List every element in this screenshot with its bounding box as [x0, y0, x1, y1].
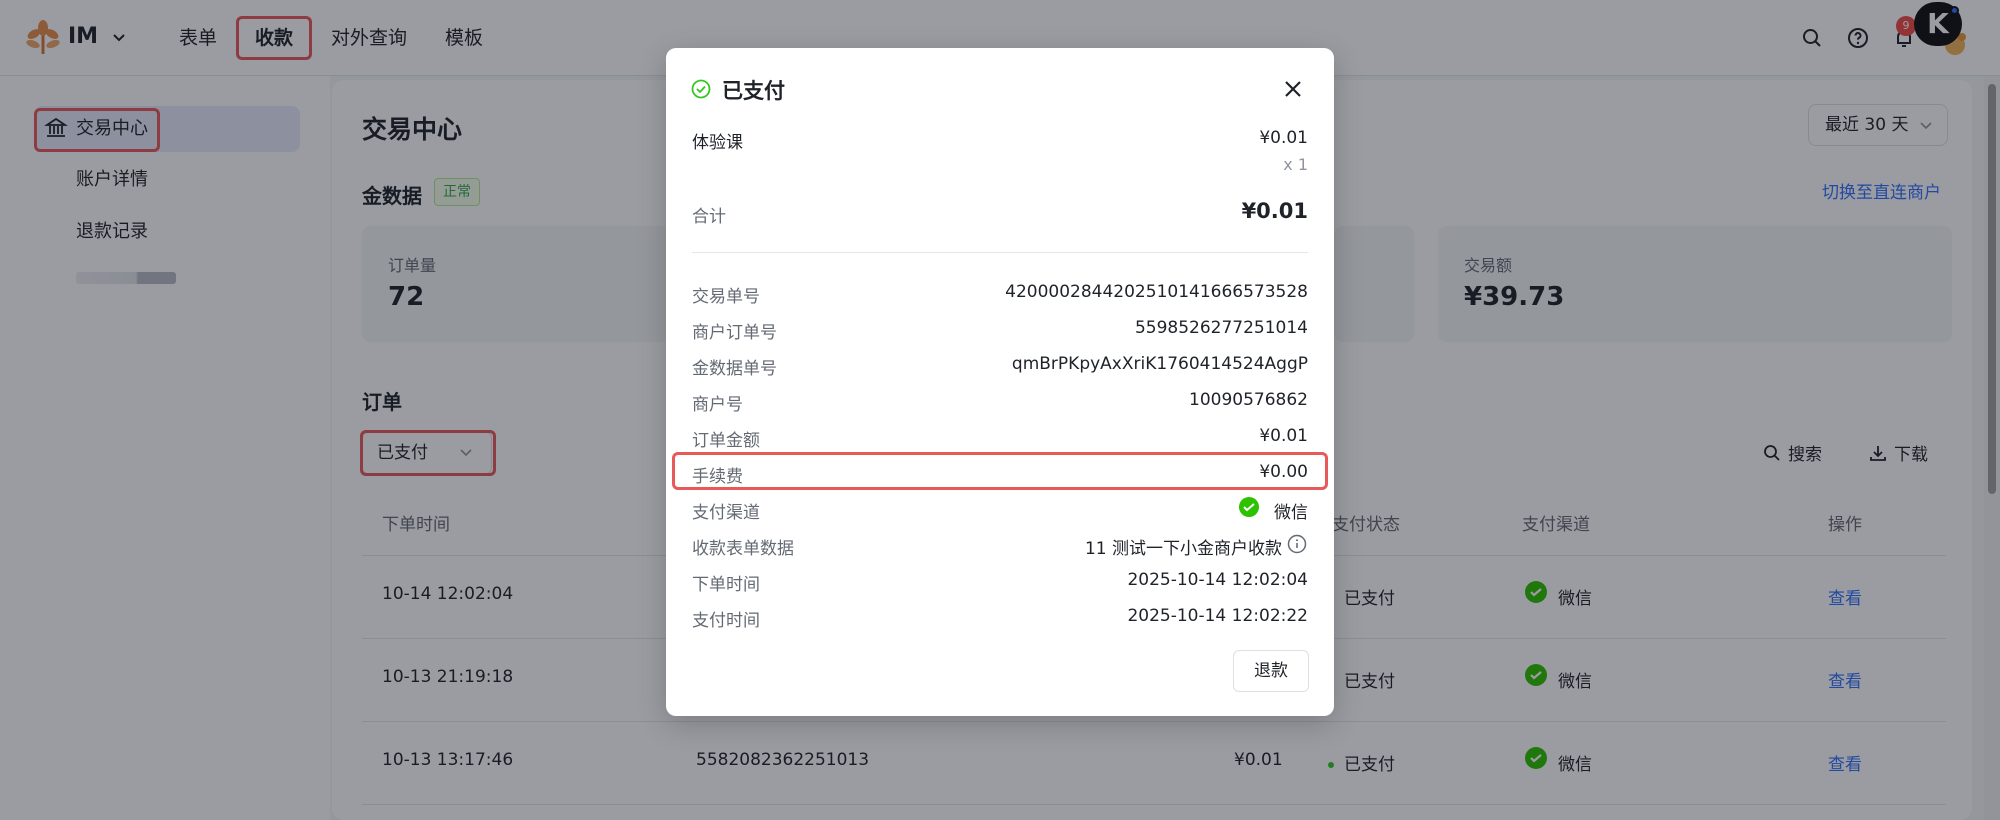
jinshuju-order-id: qmBrPKpyAxXriK1760414524AggP: [1011, 354, 1308, 374]
product-price: ¥0.01: [1259, 128, 1308, 148]
detail-label: 订单金额: [692, 431, 760, 451]
transaction-id: 4200002844202510141666573528: [1005, 282, 1308, 302]
detail-label: 收款表单数据: [692, 539, 794, 559]
detail-label: 支付时间: [692, 611, 760, 631]
highlight-frame-fee: [672, 452, 1328, 490]
form-data-value: 11 测试一下小金商户收款: [1084, 539, 1282, 559]
refund-button[interactable]: 退款: [1233, 650, 1309, 692]
merchant-order-id: 5598526277251014: [1134, 318, 1308, 338]
payment-time: 2025-10-14 12:02:22: [1127, 606, 1308, 626]
close-icon[interactable]: [1282, 78, 1304, 100]
check-circle-icon: [691, 79, 711, 99]
detail-label: 商户订单号: [692, 323, 777, 343]
divider: [692, 252, 1308, 253]
info-icon[interactable]: [1287, 534, 1307, 554]
product-name: 体验课: [692, 133, 743, 153]
detail-label: 金数据单号: [692, 359, 777, 379]
detail-label: 商户号: [692, 395, 743, 415]
total-label: 合计: [692, 207, 726, 227]
detail-label: 交易单号: [692, 287, 760, 307]
product-quantity: x 1: [1283, 155, 1308, 174]
detail-label: 下单时间: [692, 575, 760, 595]
payment-channel: 微信: [1274, 503, 1308, 523]
merchant-id: 10090576862: [1189, 390, 1308, 410]
detail-label: 支付渠道: [692, 503, 760, 523]
order-time: 2025-10-14 12:02:04: [1127, 570, 1308, 590]
wechat-icon: [1239, 497, 1259, 517]
order-amount: ¥0.01: [1259, 426, 1308, 446]
total-value: ¥0.01: [1241, 199, 1308, 223]
modal-title: 已支付: [722, 79, 785, 103]
